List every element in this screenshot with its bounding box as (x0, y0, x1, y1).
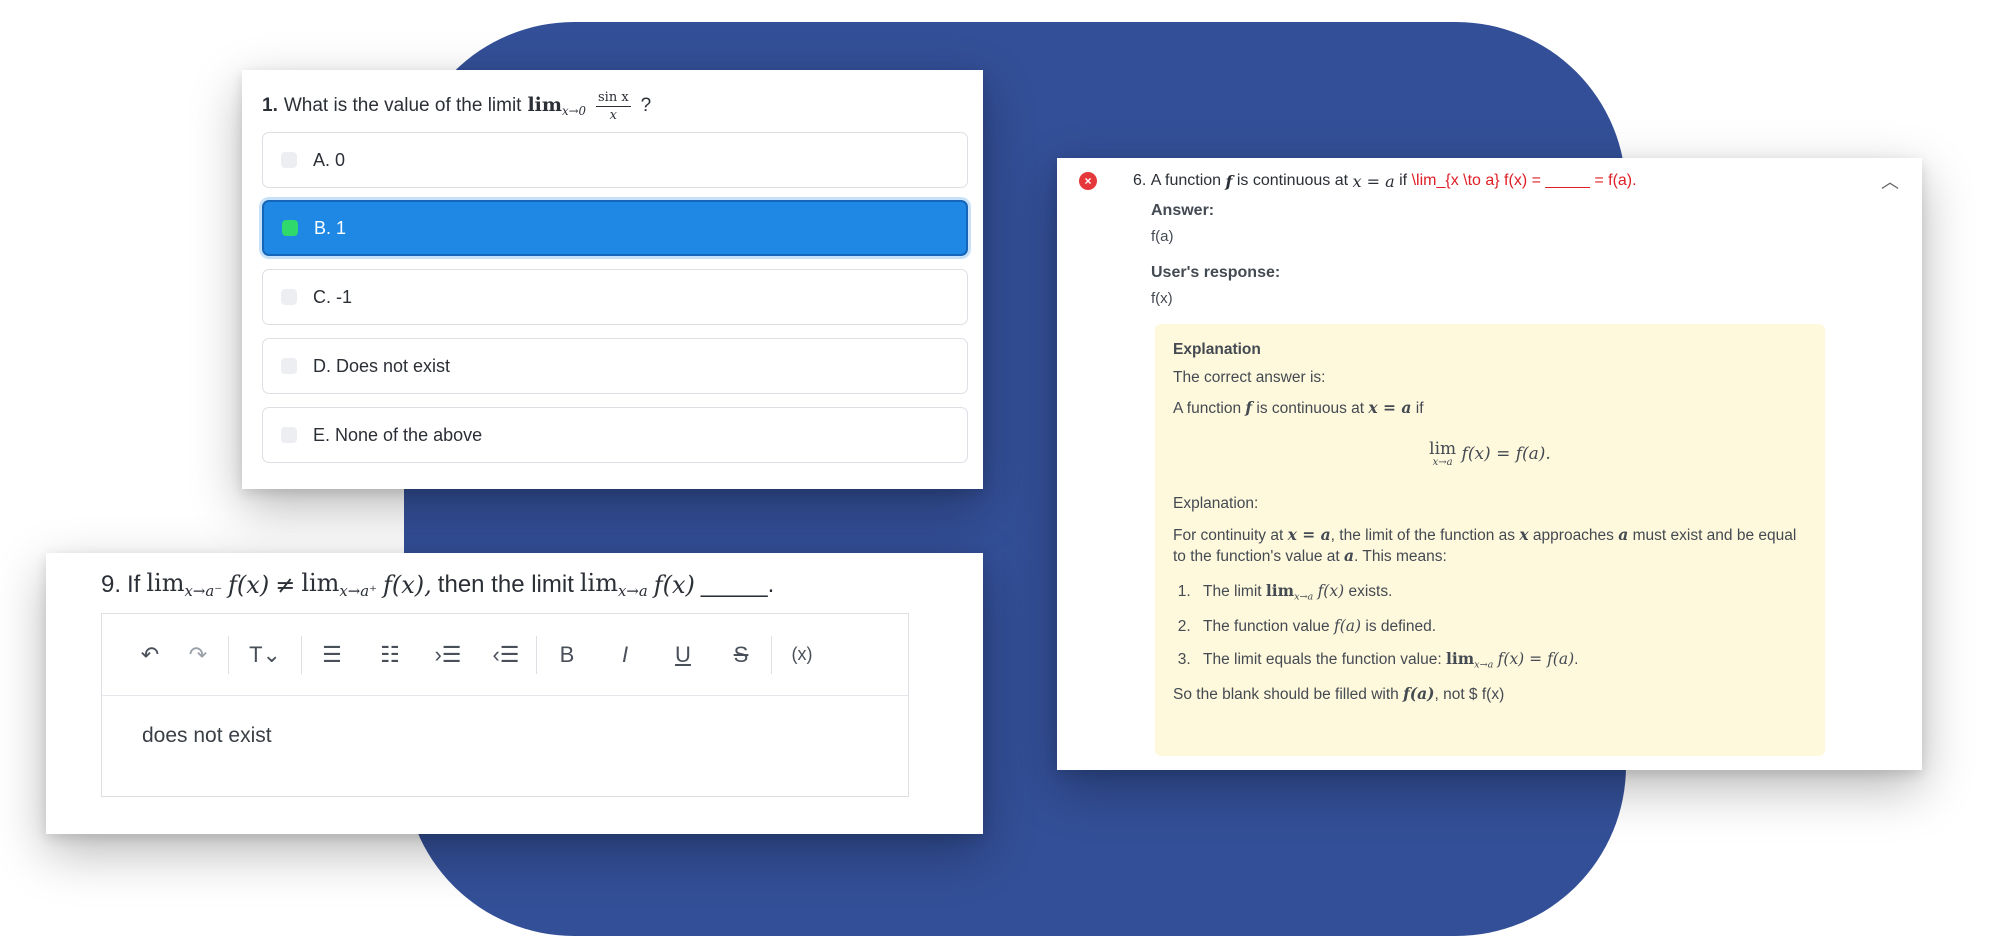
option-checkbox[interactable] (281, 289, 297, 305)
fraction: sin x x (596, 89, 631, 123)
option-checkbox[interactable] (281, 152, 297, 168)
toolbar-divider (301, 635, 302, 674)
answer-value: f(a) (1151, 228, 1174, 245)
option-label: C. -1 (313, 286, 353, 307)
italic-icon[interactable]: I (601, 633, 649, 677)
incorrect-icon: × (1079, 172, 1097, 190)
option-c[interactable]: C. -1 (262, 269, 968, 325)
continuity-definition: A function f is continuous at x = a if (1173, 398, 1424, 418)
condition-list: The limit limx→a f(x) exists. The functi… (1173, 581, 1807, 672)
question-number: 9. (101, 571, 122, 598)
redo-icon[interactable]: ↷ (174, 633, 222, 677)
numbered-list-icon[interactable]: ☷ (366, 633, 414, 677)
question-number: 1. (262, 95, 278, 116)
formula-icon[interactable]: (x) (778, 633, 826, 677)
indent-icon[interactable]: ›☰ (424, 633, 472, 677)
closing-line: So the blank should be filled with f(a),… (1173, 683, 1505, 703)
response-label: User's response: (1151, 264, 1281, 281)
option-label: A. 0 (313, 149, 346, 170)
undo-icon[interactable]: ↶ (126, 633, 174, 677)
option-checkbox[interactable] (281, 358, 297, 374)
question-card-6: × 6. A function f is continuous at x = a… (1057, 158, 1922, 770)
rich-text-editor[interactable]: ↶ ↷ T⌄ ☰ ☷ ›☰ ‹☰ B I U S (x) does not ex… (101, 613, 909, 797)
toolbar-divider (536, 635, 537, 674)
explanation-box: Explanation The correct answer is: A fun… (1155, 324, 1825, 756)
toolbar-divider (771, 635, 772, 674)
text-style-icon[interactable]: T⌄ (235, 633, 295, 677)
question-number: 6. (1133, 172, 1147, 189)
list-item: The function value f(a) is defined. (1195, 616, 1807, 637)
option-a[interactable]: A. 0 (262, 132, 968, 188)
editor-toolbar: ↶ ↷ T⌄ ☰ ☷ ›☰ ‹☰ B I U S (x) (102, 614, 908, 696)
list-item: The limit limx→a f(x) exists. (1195, 581, 1807, 604)
outdent-icon[interactable]: ‹☰ (482, 633, 530, 677)
option-b[interactable]: B. 1 (262, 200, 968, 256)
option-checkbox[interactable] (281, 427, 297, 443)
question-9-prompt: 9. If limx→a⁻ f(x) ≠ limx→a⁺ f(x), then … (101, 569, 775, 601)
option-label: D. Does not exist (313, 355, 451, 376)
strikethrough-icon[interactable]: S (717, 633, 765, 677)
underline-icon[interactable]: U (659, 633, 707, 677)
question-1-prompt: 1. What is the value of the limit limx→0… (262, 89, 652, 123)
toolbar-divider (228, 635, 229, 674)
option-label: E. None of the above (313, 424, 483, 445)
chevron-up-icon[interactable]: ︿ (1881, 168, 1899, 194)
explanation-title: Explanation (1173, 341, 1261, 358)
question-card-1: 1. What is the value of the limit limx→0… (242, 70, 983, 489)
question-card-9: 9. If limx→a⁻ f(x) ≠ limx→a⁺ f(x), then … (46, 553, 983, 834)
limit-expression: limx→0 (527, 93, 586, 119)
option-e[interactable]: E. None of the above (262, 407, 968, 463)
editor-content[interactable]: does not exist (102, 696, 908, 748)
bullet-list-icon[interactable]: ☰ (308, 633, 356, 677)
option-d[interactable]: D. Does not exist (262, 338, 968, 394)
option-checkbox[interactable] (282, 220, 298, 236)
question-6-header: × 6. A function f is continuous at x = a… (1079, 166, 1899, 196)
display-equation: lim x→a f(x) = f(a). (1429, 439, 1551, 469)
question-text: What is the value of the limit (283, 95, 522, 116)
explanation-paragraph: For continuity at x = a, the limit of th… (1173, 524, 1797, 565)
answer-label: Answer: (1151, 202, 1215, 219)
raw-latex-text: \lim_{x \to a} f(x) = _____ = f(a). (1411, 172, 1637, 189)
option-label: B. 1 (314, 217, 347, 238)
bold-icon[interactable]: B (543, 633, 591, 677)
list-item: The limit equals the function value: lim… (1195, 649, 1807, 672)
response-value: f(x) (1151, 290, 1173, 307)
